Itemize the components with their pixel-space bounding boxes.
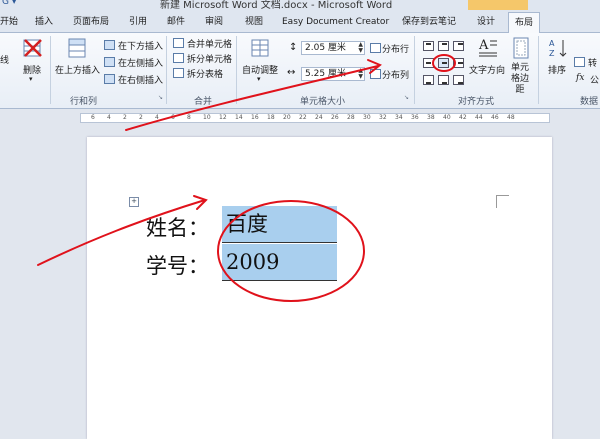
annotation-circle-align-button bbox=[432, 54, 456, 72]
annotation-circle-table-cells bbox=[217, 200, 365, 302]
annotation-arrow-to-table bbox=[37, 199, 206, 266]
annotation-arrow-to-ribbon bbox=[125, 65, 379, 131]
annotation-overlay bbox=[37, 54, 456, 302]
